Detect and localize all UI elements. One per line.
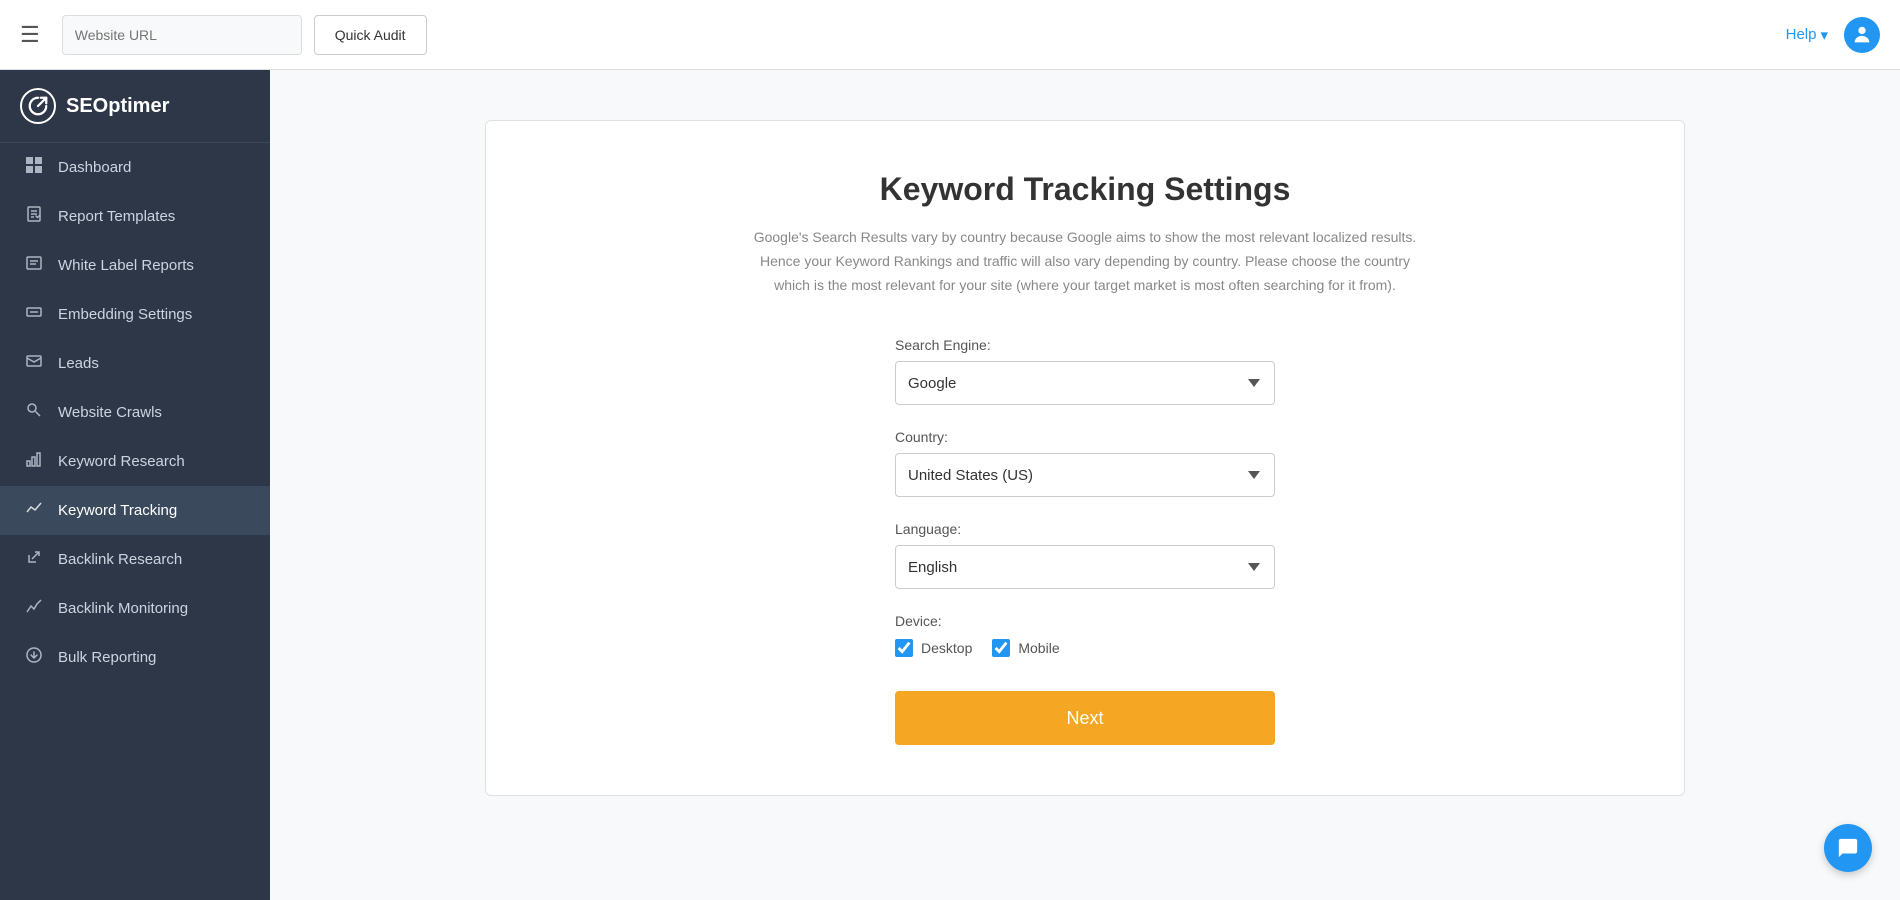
sidebar-item-keyword-research[interactable]: Keyword Research <box>0 437 270 486</box>
language-label: Language: <box>895 521 1275 537</box>
help-dropdown-icon: ▾ <box>1820 26 1828 44</box>
desktop-label: Desktop <box>921 640 972 656</box>
sidebar-item-backlink-monitoring[interactable]: Backlink Monitoring <box>0 584 270 633</box>
mobile-label: Mobile <box>1018 640 1059 656</box>
user-avatar[interactable] <box>1844 17 1880 53</box>
url-input[interactable] <box>62 15 302 55</box>
sidebar-item-keyword-tracking-label: Keyword Tracking <box>58 502 177 519</box>
desktop-checkbox-item[interactable]: Desktop <box>895 639 972 657</box>
country-group: Country: United States (US) United Kingd… <box>895 429 1275 497</box>
keyword-research-icon <box>24 451 44 472</box>
sidebar-item-dashboard-label: Dashboard <box>58 159 131 176</box>
device-label: Device: <box>895 613 1275 629</box>
mobile-checkbox-item[interactable]: Mobile <box>992 639 1059 657</box>
sidebar-item-white-label-reports-label: White Label Reports <box>58 257 194 274</box>
country-select[interactable]: United States (US) United Kingdom (UK) C… <box>895 453 1275 497</box>
search-engine-label: Search Engine: <box>895 337 1275 353</box>
search-engine-select[interactable]: Google Bing Yahoo <box>895 361 1275 405</box>
language-group: Language: English Spanish French German <box>895 521 1275 589</box>
leads-icon <box>24 353 44 374</box>
backlink-research-icon <box>24 549 44 570</box>
next-button[interactable]: Next <box>895 691 1275 745</box>
help-label: Help <box>1786 26 1817 43</box>
sidebar-item-website-crawls-label: Website Crawls <box>58 404 162 421</box>
sidebar-item-website-crawls[interactable]: Website Crawls <box>0 388 270 437</box>
sidebar-item-keyword-tracking[interactable]: Keyword Tracking <box>0 486 270 535</box>
main-layout: SEOptimer Dashboard Report Templates Whi… <box>0 70 1900 900</box>
page-title: Keyword Tracking Settings <box>880 171 1291 208</box>
sidebar-item-keyword-research-label: Keyword Research <box>58 453 185 470</box>
top-header: ☰ Quick Audit Help ▾ <box>0 0 1900 70</box>
mobile-checkbox[interactable] <box>992 639 1010 657</box>
sidebar-item-backlink-research-label: Backlink Research <box>58 551 182 568</box>
keyword-tracking-icon <box>24 500 44 521</box>
sidebar-item-embedding-settings-label: Embedding Settings <box>58 306 192 323</box>
sidebar-item-report-templates[interactable]: Report Templates <box>0 192 270 241</box>
chat-button[interactable] <box>1824 824 1872 872</box>
settings-card: Keyword Tracking Settings Google's Searc… <box>485 120 1685 796</box>
backlink-monitoring-icon <box>24 598 44 619</box>
dashboard-icon <box>24 157 44 178</box>
device-checkboxes: Desktop Mobile <box>895 639 1275 657</box>
website-crawls-icon <box>24 402 44 423</box>
brand-area: SEOptimer <box>0 70 270 143</box>
sidebar: SEOptimer Dashboard Report Templates Whi… <box>0 70 270 900</box>
brand-logo <box>20 88 56 124</box>
hamburger-menu[interactable]: ☰ <box>20 22 40 48</box>
help-link[interactable]: Help ▾ <box>1786 26 1828 44</box>
language-select[interactable]: English Spanish French German <box>895 545 1275 589</box>
white-label-reports-icon <box>24 255 44 276</box>
page-description: Google's Search Results vary by country … <box>745 226 1425 297</box>
sidebar-item-backlink-monitoring-label: Backlink Monitoring <box>58 600 188 617</box>
sidebar-item-leads[interactable]: Leads <box>0 339 270 388</box>
country-label: Country: <box>895 429 1275 445</box>
main-content: Keyword Tracking Settings Google's Searc… <box>270 70 1900 900</box>
embedding-settings-icon <box>24 304 44 325</box>
search-engine-group: Search Engine: Google Bing Yahoo <box>895 337 1275 405</box>
sidebar-item-white-label-reports[interactable]: White Label Reports <box>0 241 270 290</box>
sidebar-item-bulk-reporting-label: Bulk Reporting <box>58 649 156 666</box>
report-templates-icon <box>24 206 44 227</box>
desktop-checkbox[interactable] <box>895 639 913 657</box>
sidebar-item-bulk-reporting[interactable]: Bulk Reporting <box>0 633 270 682</box>
device-group: Device: Desktop Mobile <box>895 613 1275 657</box>
quick-audit-button[interactable]: Quick Audit <box>314 15 427 55</box>
header-left: ☰ Quick Audit <box>20 15 427 55</box>
header-right: Help ▾ <box>1786 17 1880 53</box>
sidebar-item-leads-label: Leads <box>58 355 99 372</box>
brand-name: SEOptimer <box>66 95 169 118</box>
sidebar-item-backlink-research[interactable]: Backlink Research <box>0 535 270 584</box>
sidebar-item-dashboard[interactable]: Dashboard <box>0 143 270 192</box>
sidebar-item-embedding-settings[interactable]: Embedding Settings <box>0 290 270 339</box>
form-section: Search Engine: Google Bing Yahoo Country… <box>895 337 1275 745</box>
bulk-reporting-icon <box>24 647 44 668</box>
sidebar-item-report-templates-label: Report Templates <box>58 208 175 225</box>
